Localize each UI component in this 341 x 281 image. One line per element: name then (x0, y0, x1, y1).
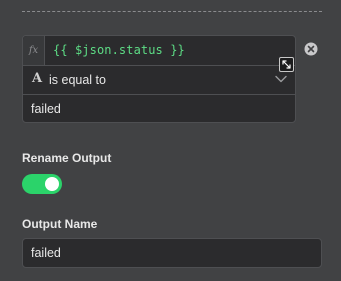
close-circle-icon[interactable] (304, 42, 318, 56)
expression-text: {{ $json.status }} (53, 43, 185, 57)
value-field[interactable]: failed (23, 95, 295, 123)
value-text: failed (31, 102, 61, 116)
rename-output-label: Rename Output (22, 151, 112, 165)
toggle-knob (45, 177, 59, 191)
string-type-icon: A (32, 71, 43, 86)
output-name-input[interactable]: failed (22, 238, 322, 268)
operator-select[interactable]: A is equal to (23, 66, 295, 95)
operator-label: is equal to (49, 73, 106, 87)
output-name-label: Output Name (22, 217, 98, 231)
dashed-divider (22, 11, 322, 12)
condition-card: fx {{ $json.status }} A is equal to fail… (22, 35, 296, 123)
fx-badge: fx (23, 36, 45, 65)
rename-output-toggle[interactable] (22, 174, 62, 194)
expression-field[interactable]: fx {{ $json.status }} (23, 36, 295, 72)
chevron-down-icon (275, 75, 287, 83)
